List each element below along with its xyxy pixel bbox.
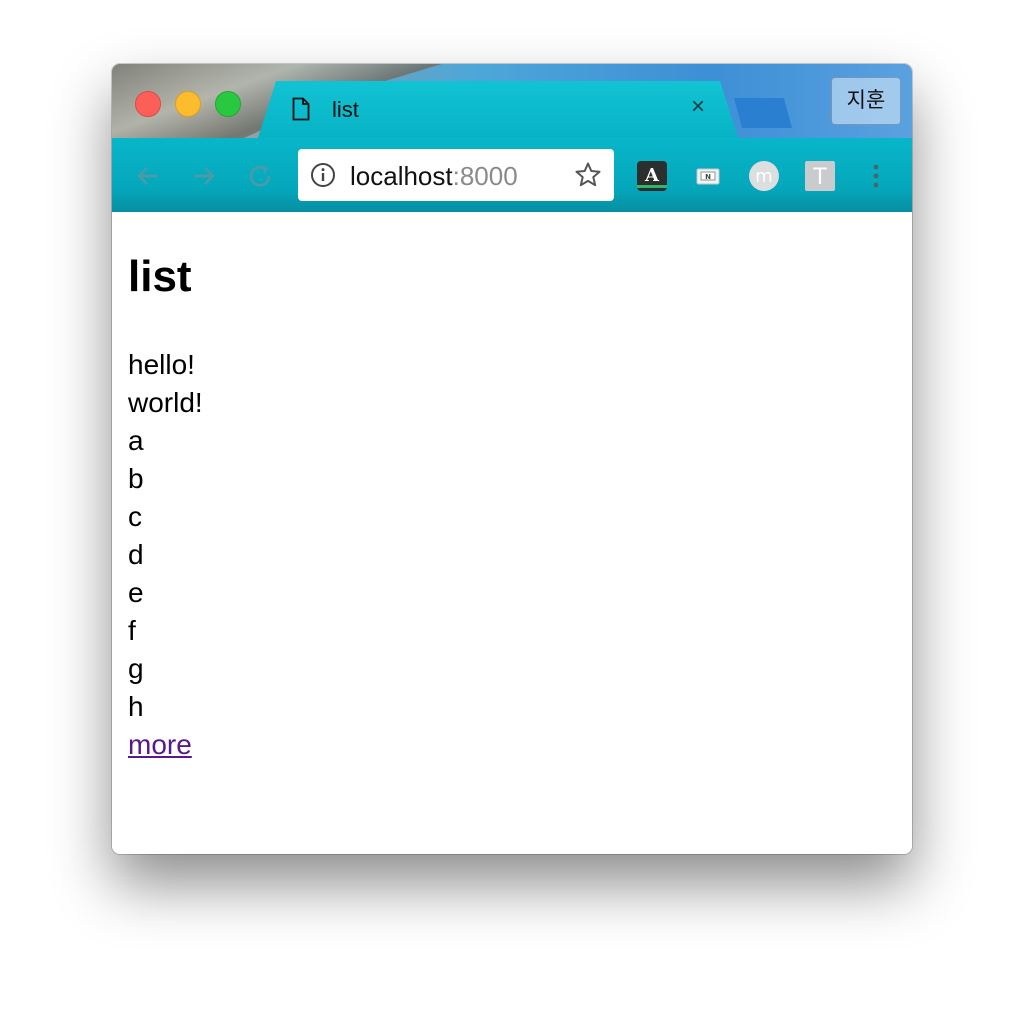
list-item: hello! [128,349,195,380]
bookmark-star-icon[interactable] [574,161,602,189]
address-bar[interactable]: localhost:8000 [298,149,614,201]
list-item: world! [128,387,203,418]
t-extension-icon[interactable]: T [804,160,836,192]
note-extension-icon[interactable]: N [692,160,724,192]
browser-toolbar: localhost:8000 A N m T [112,138,912,212]
more-link[interactable]: more [128,726,203,764]
document-icon [292,97,310,121]
reload-icon[interactable] [244,160,276,192]
list-item: f [128,615,136,646]
url-text: localhost:8000 [350,161,518,192]
new-tab-button[interactable] [734,98,792,128]
list-item: e [128,577,144,608]
minimize-window-button[interactable] [175,91,201,117]
maximize-window-button[interactable] [215,91,241,117]
profile-button[interactable]: 지훈 [831,77,901,125]
page-title: list [128,252,192,301]
list-item: c [128,501,142,532]
url-host: localhost [350,161,453,191]
browser-window: list × 지훈 localhost:8000 A N m T list he… [112,64,912,854]
list-item: b [128,463,144,494]
m-extension-icon[interactable]: m [748,160,780,192]
m-extension-label: m [755,166,773,187]
svg-text:A: A [644,165,660,186]
tab-title: list [332,97,359,122]
dictionary-extension-icon[interactable]: A [636,160,668,192]
item-list: hello! world! a b c d e f g h more [128,346,203,764]
tab-list[interactable]: list × [258,81,738,138]
back-arrow-icon[interactable] [132,160,164,192]
title-bar: list × 지훈 [112,64,912,138]
list-item: d [128,539,144,570]
t-extension-label: T [812,165,827,190]
svg-text:N: N [705,173,711,181]
list-item: g [128,653,144,684]
tab-close-icon[interactable]: × [686,95,710,119]
list-item: h [128,691,144,722]
url-port: :8000 [452,161,518,191]
forward-arrow-icon[interactable] [188,160,220,192]
list-item: a [128,425,144,456]
page-content: list hello! world! a b c d e f g h more [112,212,912,854]
info-icon[interactable] [310,162,336,188]
close-window-button[interactable] [135,91,161,117]
more-options-icon[interactable] [866,160,886,192]
